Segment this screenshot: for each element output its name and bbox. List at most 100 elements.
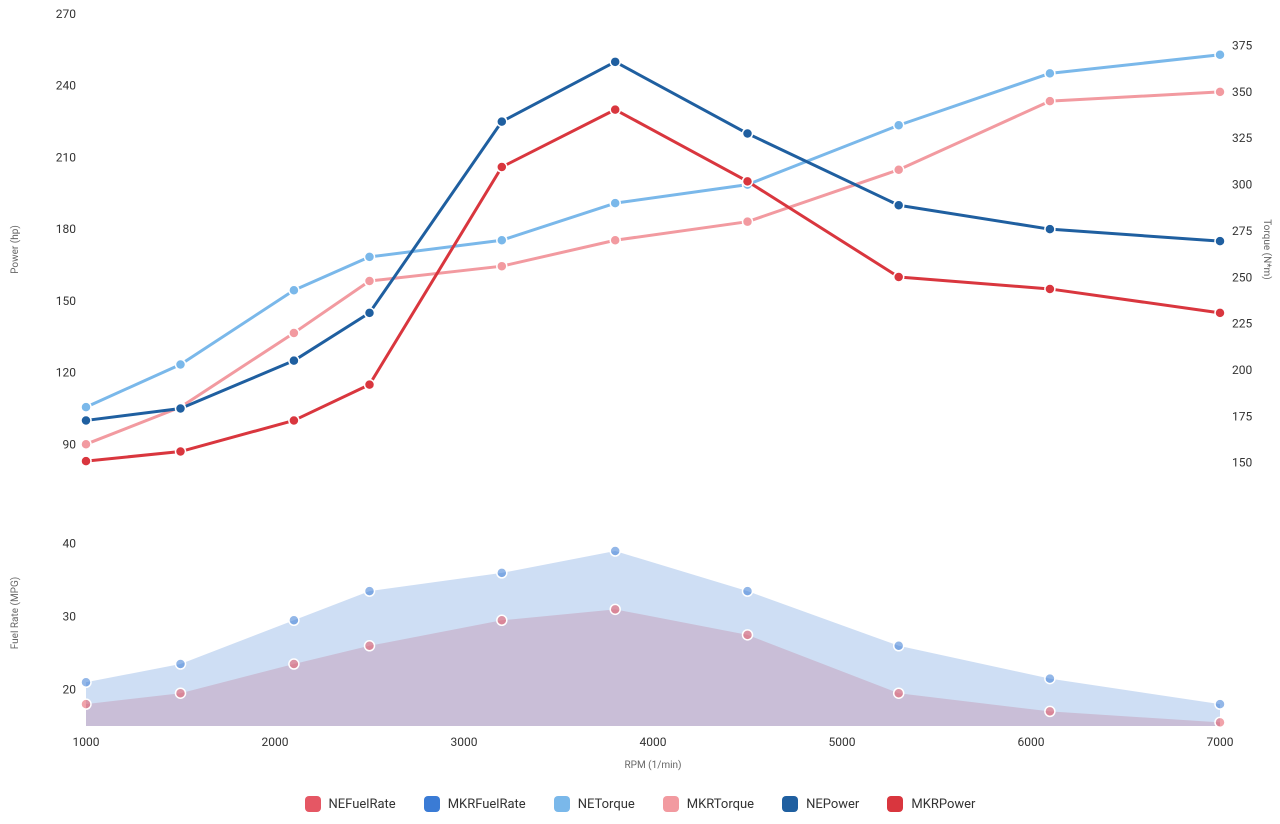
torque-tick-label: 150 xyxy=(1232,456,1252,470)
line-MKRTorque xyxy=(86,92,1220,444)
point-MKRFuelRate xyxy=(365,586,375,596)
legend-item-NETorque[interactable]: NETorque xyxy=(554,796,635,812)
point-NEFuelRate xyxy=(894,688,904,698)
legend-item-MKRPower[interactable]: MKRPower xyxy=(887,796,975,812)
point-MKRFuelRate xyxy=(289,615,299,625)
torque-tick-label: 300 xyxy=(1232,178,1252,192)
point-MKRFuelRate xyxy=(1045,674,1055,684)
legend-swatch xyxy=(554,796,570,812)
torque-axis-label: Torque (N*m) xyxy=(1261,219,1273,280)
chart-container: 1000200030004000500060007000RPM (1/min)9… xyxy=(0,0,1280,824)
x-axis-label: RPM (1/min) xyxy=(624,759,681,771)
point-NEPower xyxy=(743,129,753,139)
point-MKRPower xyxy=(365,380,375,390)
fuel-axis-label: Fuel Rate (MPG) xyxy=(9,577,21,650)
point-MKRFuelRate xyxy=(894,641,904,651)
legend-swatch xyxy=(782,796,798,812)
area-MKRFuelRate xyxy=(86,551,1220,726)
point-MKRTorque xyxy=(289,328,299,338)
point-MKRFuelRate xyxy=(743,586,753,596)
legend-swatch xyxy=(424,796,440,812)
power-tick-label: 180 xyxy=(56,222,76,236)
point-NEPower xyxy=(365,308,375,318)
point-MKRFuelRate xyxy=(81,677,91,687)
point-NEFuelRate xyxy=(365,641,375,651)
point-NETorque xyxy=(289,285,299,295)
point-NEFuelRate xyxy=(81,699,91,709)
legend-swatch xyxy=(305,796,321,812)
torque-tick-label: 175 xyxy=(1232,409,1252,423)
legend-label: NEFuelRate xyxy=(329,797,396,812)
point-MKRFuelRate xyxy=(610,546,620,556)
x-tick-label: 6000 xyxy=(1018,735,1045,749)
point-NEFuelRate xyxy=(176,688,186,698)
point-MKRTorque xyxy=(1045,96,1055,106)
point-MKRTorque xyxy=(81,439,91,449)
point-NETorque xyxy=(610,198,620,208)
point-NEFuelRate xyxy=(497,615,507,625)
legend-label: MKRPower xyxy=(911,797,975,812)
point-MKRTorque xyxy=(894,165,904,175)
point-MKRTorque xyxy=(610,235,620,245)
point-MKRPower xyxy=(610,105,620,115)
x-tick-label: 1000 xyxy=(73,735,100,749)
torque-tick-label: 375 xyxy=(1232,39,1252,53)
legend-item-MKRFuelRate[interactable]: MKRFuelRate xyxy=(424,796,526,812)
point-MKRTorque xyxy=(1215,87,1225,97)
point-MKRPower xyxy=(81,456,91,466)
point-NETorque xyxy=(1215,50,1225,60)
point-NEPower xyxy=(610,57,620,67)
x-tick-label: 7000 xyxy=(1207,735,1234,749)
point-NEPower xyxy=(497,117,507,127)
legend-item-NEFuelRate[interactable]: NEFuelRate xyxy=(305,796,396,812)
legend: NEFuelRate MKRFuelRate NETorque MKRTorque NE… xyxy=(0,796,1280,812)
power-tick-label: 240 xyxy=(56,79,76,93)
legend-item-NEPower[interactable]: NEPower xyxy=(782,796,859,812)
chart-svg: 1000200030004000500060007000RPM (1/min)9… xyxy=(0,0,1280,780)
point-NEFuelRate xyxy=(1045,706,1055,716)
point-MKRPower xyxy=(176,447,186,457)
torque-tick-label: 350 xyxy=(1232,85,1252,99)
legend-swatch xyxy=(663,796,679,812)
legend-swatch xyxy=(887,796,903,812)
point-NEPower xyxy=(176,403,186,413)
point-MKRFuelRate xyxy=(497,568,507,578)
line-NEPower xyxy=(86,62,1220,421)
torque-tick-label: 325 xyxy=(1232,131,1252,145)
power-tick-label: 90 xyxy=(63,437,77,451)
x-tick-label: 5000 xyxy=(829,735,856,749)
torque-tick-label: 200 xyxy=(1232,363,1252,377)
fuel-tick-label: 20 xyxy=(63,683,77,697)
point-NEPower xyxy=(894,200,904,210)
point-MKRPower xyxy=(743,176,753,186)
torque-tick-label: 225 xyxy=(1232,317,1252,331)
point-NEFuelRate xyxy=(610,604,620,614)
torque-tick-label: 250 xyxy=(1232,270,1252,284)
fuel-tick-label: 30 xyxy=(63,610,77,624)
legend-label: NEPower xyxy=(806,797,859,812)
point-MKRTorque xyxy=(497,261,507,271)
point-MKRPower xyxy=(1045,284,1055,294)
power-axis-label: Power (hp) xyxy=(9,225,21,274)
point-NEFuelRate xyxy=(1215,717,1225,727)
power-tick-label: 120 xyxy=(56,366,76,380)
point-MKRPower xyxy=(894,272,904,282)
point-MKRFuelRate xyxy=(1215,699,1225,709)
legend-label: MKRFuelRate xyxy=(448,797,526,812)
point-NEPower xyxy=(1045,224,1055,234)
legend-label: NETorque xyxy=(578,797,635,812)
point-NETorque xyxy=(497,235,507,245)
point-NEPower xyxy=(289,356,299,366)
point-NEFuelRate xyxy=(743,630,753,640)
legend-label: MKRTorque xyxy=(687,797,754,812)
x-tick-label: 2000 xyxy=(262,735,289,749)
point-NETorque xyxy=(81,402,91,412)
point-NETorque xyxy=(365,252,375,262)
point-MKRPower xyxy=(289,415,299,425)
power-tick-label: 150 xyxy=(56,294,76,308)
legend-item-MKRTorque[interactable]: MKRTorque xyxy=(663,796,754,812)
point-NEPower xyxy=(81,415,91,425)
fuel-tick-label: 40 xyxy=(63,537,77,551)
point-NETorque xyxy=(894,120,904,130)
point-MKRFuelRate xyxy=(176,659,186,669)
